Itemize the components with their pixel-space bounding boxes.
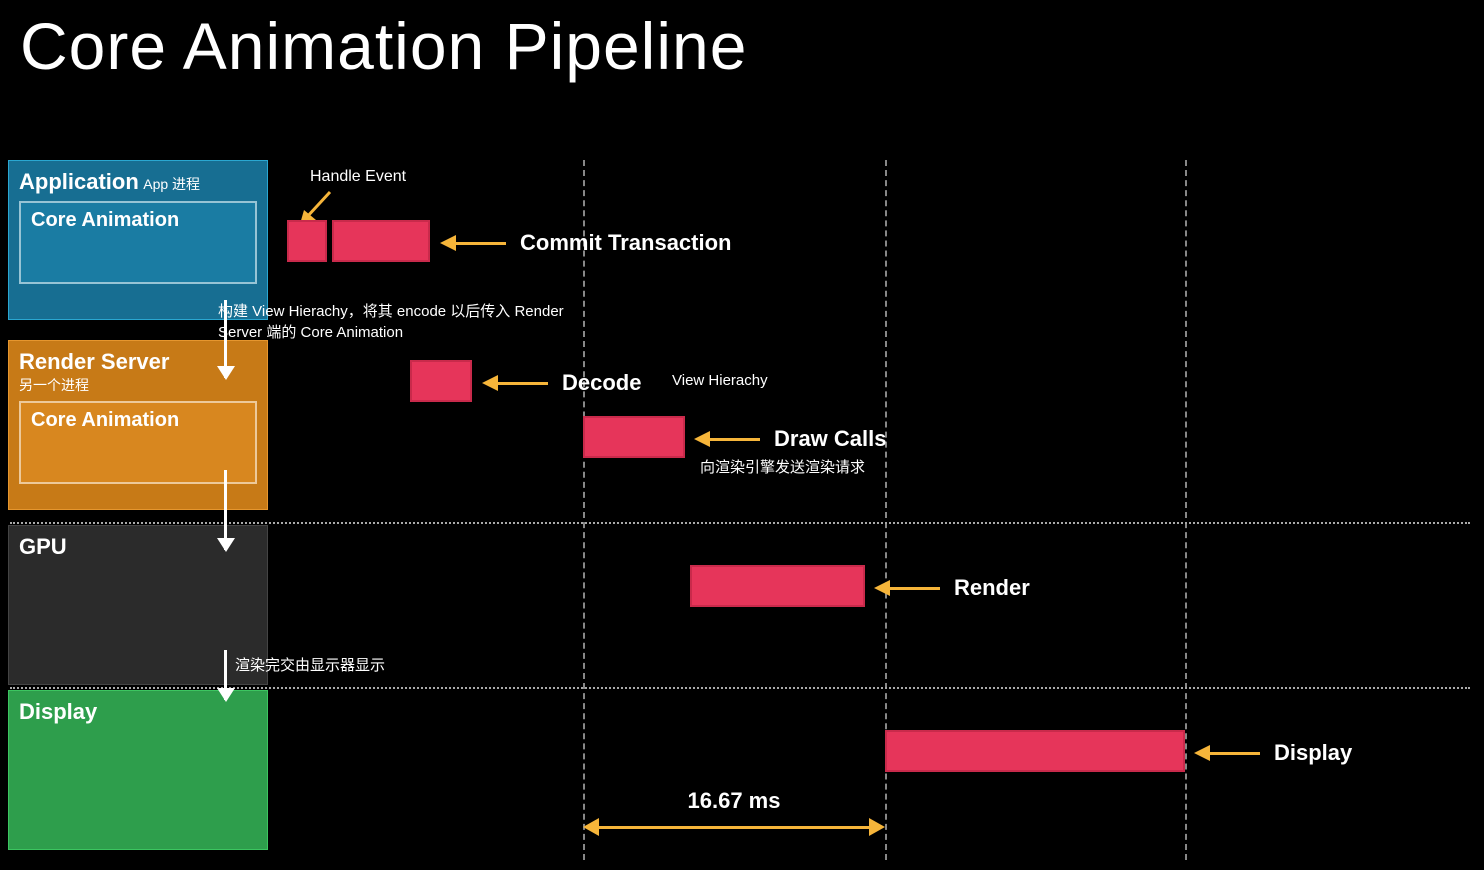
stage-display-title: Display [19, 699, 97, 724]
bar-decode [410, 360, 472, 402]
handle-event-label: Handle Event [310, 168, 406, 186]
decode-text: Decode [562, 370, 641, 396]
render-text: Render [954, 575, 1030, 601]
display-text: Display [1274, 740, 1352, 766]
bar-handle-event [287, 220, 327, 262]
label-display: Display [1194, 740, 1352, 766]
arrow-shaft-icon [599, 826, 869, 829]
draw-calls-sub-label: 向渲染引擎发送渲染请求 [700, 456, 865, 477]
arrow-shaft-icon [1210, 752, 1260, 755]
frame-marker-1 [583, 160, 585, 860]
stage-application-sub: App 进程 [143, 176, 200, 192]
bar-display [885, 730, 1185, 772]
frame-span: 16.67 ms [583, 818, 885, 836]
label-render: Render [874, 575, 1030, 601]
stage-gpu-title: GPU [19, 534, 67, 559]
stage-application-title: Application [19, 169, 139, 194]
bar-render [690, 565, 865, 607]
arrow-head-icon [583, 818, 599, 836]
arrow-shaft-icon [890, 587, 940, 590]
arrow-shaft-icon [456, 242, 506, 245]
draw-calls-text: Draw Calls [774, 426, 887, 452]
down-arrow-rs-to-gpu [224, 470, 227, 550]
down-arrow-app-to-rs [224, 300, 227, 378]
arrow-head-icon [1194, 745, 1210, 761]
bar-draw-calls [583, 416, 685, 458]
stage-application: Application App 进程 Core Animation [8, 160, 268, 320]
encode-note: 构建 View Hierachy，将其 encode 以后传入 Render S… [218, 300, 598, 342]
arrow-head-icon [482, 375, 498, 391]
separator-1 [10, 522, 1470, 524]
label-commit-transaction: Commit Transaction [440, 230, 731, 256]
frame-marker-3 [1185, 160, 1187, 860]
label-draw-calls: Draw Calls [694, 426, 887, 452]
stage-render-server-inner: Core Animation [19, 401, 257, 484]
display-note: 渲染完交由显示器显示 [235, 654, 385, 675]
arrow-head-icon [440, 235, 456, 251]
stage-display: Display [8, 690, 268, 850]
down-arrow-gpu-to-display [224, 650, 227, 700]
label-decode: Decode [482, 370, 641, 396]
decode-sub-label: View Hierachy [672, 372, 768, 389]
arrow-head-icon [694, 431, 710, 447]
bar-commit-transaction [332, 220, 430, 262]
arrow-shaft-icon [710, 438, 760, 441]
arrow-head-icon [869, 818, 885, 836]
arrow-shaft-icon [498, 382, 548, 385]
page-title: Core Animation Pipeline [0, 0, 1484, 84]
handle-event-text: Handle Event [310, 168, 406, 185]
arrow-head-icon [874, 580, 890, 596]
commit-transaction-text: Commit Transaction [520, 230, 731, 256]
pipeline-diagram: Application App 进程 Core Animation Render… [0, 150, 1484, 870]
stage-application-inner: Core Animation [19, 201, 257, 284]
frame-span-text: 16.67 ms [583, 788, 885, 814]
